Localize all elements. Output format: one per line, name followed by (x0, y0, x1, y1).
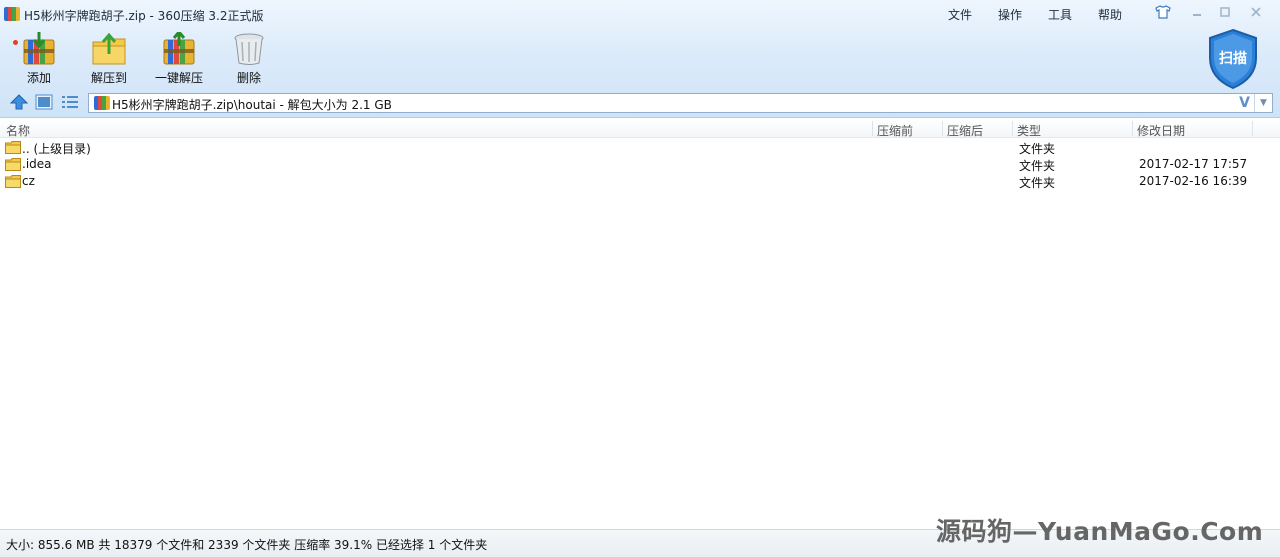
file-modified: 2017-02-16 16:39 (1139, 174, 1248, 188)
close-icon[interactable] (1245, 4, 1267, 20)
file-name: .. (上级目录) (22, 142, 91, 156)
skin-shirt-icon[interactable] (1152, 4, 1174, 20)
menu-tools[interactable]: 工具 (1048, 6, 1072, 23)
column-divider[interactable] (1012, 121, 1013, 136)
scan-button[interactable]: 扫描 (1206, 28, 1260, 90)
column-divider[interactable] (942, 121, 943, 136)
file-name: .idea (22, 157, 52, 171)
folder-icon (5, 141, 21, 154)
extract-folder-icon (92, 32, 126, 65)
archive-app-icon (4, 7, 20, 21)
add-archive-icon (23, 32, 55, 65)
archive-file-icon (94, 96, 110, 110)
file-type: 文件夹 (1019, 176, 1056, 190)
window-title: H5彬州字牌跑胡子.zip - 360压缩 3.2正式版 (24, 9, 264, 23)
menu-operate[interactable]: 操作 (998, 6, 1022, 23)
file-row-idea[interactable]: .idea 文件夹 2017-02-17 17:57 (0, 156, 1280, 173)
menu-file[interactable]: 文件 (948, 6, 972, 23)
maximize-icon[interactable] (1214, 4, 1236, 20)
folder-icon (5, 158, 21, 171)
address-path: H5彬州字牌跑胡子.zip\houtai - 解包大小为 2.1 GB (112, 98, 392, 112)
one-click-extract-label: 一键解压 (154, 71, 203, 85)
title-bar: H5彬州字牌跑胡子.zip - 360压缩 3.2正式版 文件 操作 工具 帮助 (0, 0, 1280, 28)
file-type: 文件夹 (1019, 142, 1056, 156)
column-modified[interactable]: 修改日期 (1137, 122, 1185, 139)
file-row-cz[interactable]: cz 文件夹 2017-02-16 16:39 (0, 173, 1280, 190)
file-type: 文件夹 (1019, 159, 1056, 173)
watermark-text: 源码狗—YuanMaGo.Com (936, 517, 1264, 546)
extract-to-button[interactable]: 解压到 (79, 32, 139, 86)
address-v-icon[interactable]: V (1239, 95, 1250, 111)
status-text: 大小: 855.6 MB 共 18379 个文件和 2339 个文件夹 压缩率 … (6, 538, 488, 552)
scan-label: 扫描 (1219, 51, 1247, 67)
add-label: 添加 (26, 71, 51, 85)
add-button[interactable]: 添加 (9, 32, 69, 86)
menu-help[interactable]: 帮助 (1098, 6, 1122, 23)
address-bar[interactable]: H5彬州字牌跑胡子.zip\houtai - 解包大小为 2.1 GB V ▼ (88, 93, 1273, 113)
column-divider[interactable] (1252, 121, 1253, 136)
column-divider[interactable] (872, 121, 873, 136)
window-chrome: H5彬州字牌跑胡子.zip - 360压缩 3.2正式版 文件 操作 工具 帮助… (0, 0, 1280, 118)
delete-label: 删除 (236, 71, 261, 85)
address-dropdown-icon[interactable]: ▼ (1254, 94, 1272, 112)
column-name[interactable]: 名称 (6, 122, 30, 139)
minimize-icon[interactable] (1186, 4, 1208, 20)
column-before-size[interactable]: 压缩前 (877, 122, 913, 139)
one-click-extract-icon (163, 32, 195, 65)
column-type[interactable]: 类型 (1017, 122, 1041, 139)
trash-bin-icon (234, 33, 264, 65)
file-modified: 2017-02-17 17:57 (1139, 157, 1248, 171)
delete-button[interactable]: 删除 (219, 32, 279, 86)
detail-list-view-icon[interactable] (61, 94, 79, 110)
large-icon-view-icon[interactable] (35, 94, 53, 110)
column-divider[interactable] (1132, 121, 1133, 136)
one-click-extract-button[interactable]: 一键解压 (149, 32, 209, 86)
extract-to-label: 解压到 (90, 71, 127, 85)
up-level-icon[interactable] (9, 94, 29, 110)
file-list-header: 名称 压缩前 压缩后 类型 修改日期 (0, 119, 1280, 138)
folder-icon (5, 175, 21, 188)
file-row-parent[interactable]: .. (上级目录) 文件夹 (0, 139, 1280, 156)
column-after-size[interactable]: 压缩后 (947, 122, 983, 139)
file-name: cz (22, 174, 35, 188)
